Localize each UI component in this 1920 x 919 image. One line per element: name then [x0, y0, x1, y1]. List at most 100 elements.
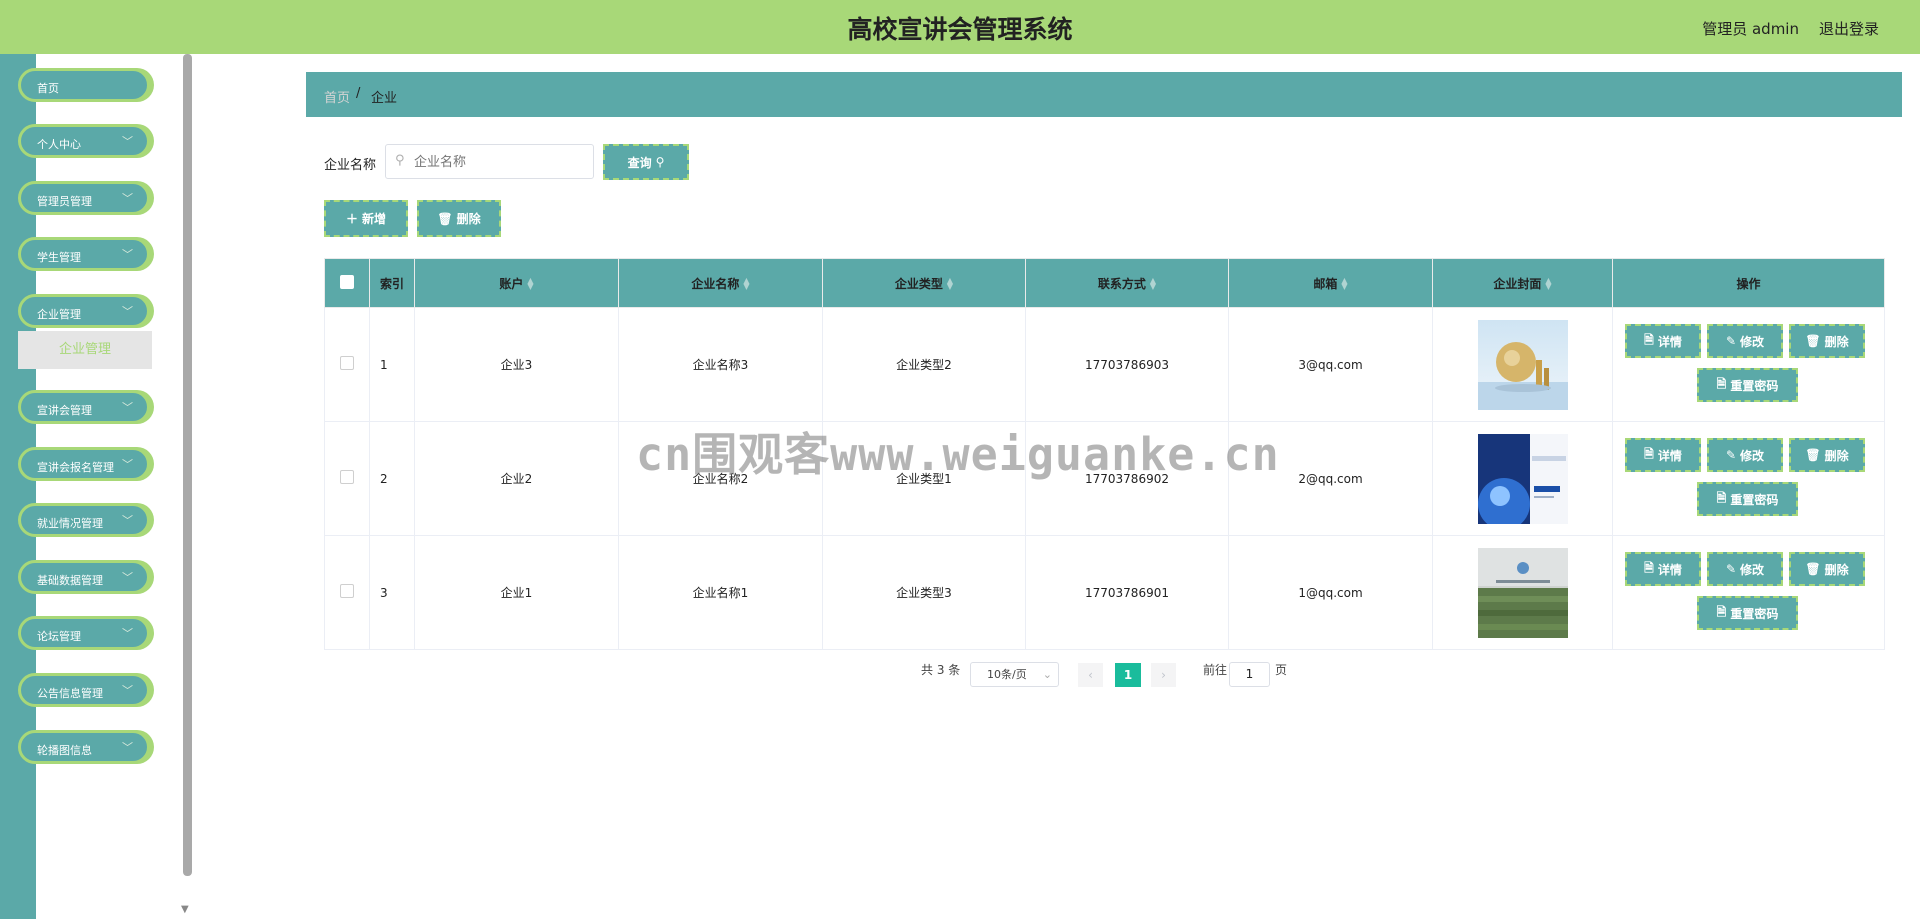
cell-cover: [1432, 307, 1613, 422]
reset-password-button[interactable]: 🗎 重置密码: [1697, 368, 1798, 402]
row-select-cell: [324, 307, 370, 422]
breadcrumb-home-link[interactable]: 首页: [324, 87, 350, 106]
cell-type: 企业类型2: [822, 307, 1026, 422]
sidebar-item-home[interactable]: 首页: [18, 68, 150, 102]
column-header-label: 邮箱: [1313, 276, 1338, 291]
sidebar-item-carousel[interactable]: 轮播图信息 ﹀: [18, 730, 150, 764]
chevron-down-icon: ﹀: [122, 192, 133, 205]
sidebar-item-forum[interactable]: 论坛管理 ﹀: [18, 616, 150, 650]
sidebar-item-presentations[interactable]: 宣讲会管理 ﹀: [18, 390, 150, 424]
sidebar-item-registrations[interactable]: 宣讲会报名管理 ﹀: [18, 447, 150, 481]
delete-button[interactable]: 🗑 删除: [1789, 552, 1865, 586]
column-header-sortable[interactable]: 企业类型 ▲ ▼: [822, 258, 1026, 308]
sidebar-item-notices[interactable]: 公告信息管理 ﹀: [18, 673, 150, 707]
document-icon: 🗎: [1716, 604, 1727, 619]
cell-email: 3@qq.com: [1228, 307, 1433, 422]
bulk-delete-button[interactable]: 🗑 删除: [417, 200, 501, 237]
row-checkbox[interactable]: [340, 356, 354, 370]
sidebar-item-base-data[interactable]: 基础数据管理 ﹀: [18, 560, 150, 594]
sidebar-item-students[interactable]: 学生管理 ﹀: [18, 237, 150, 271]
trash-icon: 🗑: [1805, 562, 1821, 576]
cell-cover: [1432, 535, 1613, 650]
edit-button[interactable]: ✎ 修改: [1707, 438, 1783, 472]
column-header-sortable[interactable]: 邮箱 ▲ ▼: [1228, 258, 1433, 308]
page-size-select[interactable]: 10条/页 ⌄: [970, 662, 1059, 687]
sidebar-item-label: 学生管理: [37, 251, 81, 264]
document-icon: 🗎: [1716, 490, 1727, 505]
prev-page-button[interactable]: ‹: [1078, 663, 1103, 687]
column-header-sortable[interactable]: 账户 ▲ ▼: [414, 258, 619, 308]
chevron-down-icon: ﹀: [122, 514, 133, 527]
select-all-checkbox[interactable]: [340, 274, 354, 289]
sort-icon[interactable]: ▲ ▼: [1545, 277, 1551, 291]
sort-icon[interactable]: ▲ ▼: [527, 277, 533, 291]
sidebar-item-profile[interactable]: 个人中心 ﹀: [18, 124, 150, 158]
detail-button-label: 详情: [1657, 448, 1682, 463]
column-header-sortable[interactable]: 企业封面 ▲ ▼: [1432, 258, 1613, 308]
goto-page-input[interactable]: 1: [1229, 662, 1270, 687]
sort-icon[interactable]: ▲ ▼: [743, 277, 749, 291]
cover-image-globe[interactable]: [1477, 319, 1568, 410]
cell-phone: 17703786903: [1025, 307, 1229, 422]
reset-password-button-label: 重置密码: [1730, 492, 1779, 507]
search-field[interactable]: ⚲: [385, 144, 594, 180]
chevron-down-icon: ﹀: [122, 305, 133, 318]
column-header-label: 联系方式: [1097, 276, 1146, 291]
sidebar-item-companies[interactable]: 企业管理 ﹀: [18, 294, 150, 328]
sort-icon[interactable]: ▲ ▼: [1341, 277, 1347, 291]
document-icon: 🗎: [1716, 376, 1727, 391]
sidebar-item-label: 企业管理: [37, 308, 81, 321]
row-select-cell: [324, 535, 370, 650]
app-title: 高校宣讲会管理系统: [847, 15, 1073, 44]
sort-icon[interactable]: ▲ ▼: [1150, 277, 1156, 291]
reset-password-button[interactable]: 🗎 重置密码: [1697, 596, 1798, 630]
sidebar-scrollbar[interactable]: [183, 54, 192, 876]
sidebar-item-label: 轮播图信息: [37, 744, 92, 757]
cover-image-brochure[interactable]: [1477, 433, 1568, 524]
edit-button-label: 修改: [1740, 334, 1765, 349]
sort-icon[interactable]: ▲ ▼: [947, 277, 953, 291]
edit-button[interactable]: ✎ 修改: [1707, 324, 1783, 358]
chevron-down-icon: ﹀: [122, 684, 133, 697]
sidebar-item-label: 个人中心: [37, 138, 81, 151]
pencil-icon: ✎: [1725, 448, 1737, 462]
scroll-down-arrow-icon[interactable]: ▼: [181, 904, 189, 915]
row-actions: 🗎 详情 ✎ 修改 🗑 删除 🗎 重置密码: [1613, 536, 1884, 649]
edit-button-label: 修改: [1740, 562, 1765, 577]
detail-button[interactable]: 🗎 详情: [1625, 552, 1701, 586]
column-header: 索引: [369, 258, 415, 308]
column-header-label: 企业封面: [1493, 276, 1542, 291]
company-name-search-input[interactable]: [412, 145, 591, 180]
sidebar-item-label: 管理员管理: [37, 195, 92, 208]
search-icon: ⚲: [395, 153, 405, 168]
chevron-down-icon: ﹀: [122, 627, 133, 640]
delete-button-label: 删除: [1824, 448, 1849, 463]
query-button[interactable]: 查询 ⚲: [603, 144, 689, 180]
column-header-sortable[interactable]: 联系方式 ▲ ▼: [1025, 258, 1229, 308]
row-checkbox[interactable]: [340, 584, 354, 598]
reset-password-button[interactable]: 🗎 重置密码: [1697, 482, 1798, 516]
plus-icon: ＋: [345, 212, 358, 226]
cell-type: 企业类型3: [822, 535, 1026, 650]
logout-link[interactable]: 退出登录: [1819, 18, 1879, 39]
trash-icon: 🗑: [1805, 448, 1821, 462]
submenu-item-company-manage[interactable]: 企业管理: [18, 331, 152, 369]
sidebar-item-employment[interactable]: 就业情况管理 ﹀: [18, 503, 150, 537]
next-page-button[interactable]: ›: [1151, 663, 1176, 687]
add-button[interactable]: ＋ 新增: [324, 200, 408, 237]
sidebar-item-label: 首页: [37, 82, 59, 95]
cover-image-office[interactable]: [1477, 547, 1568, 638]
column-header-sortable[interactable]: 企业名称 ▲ ▼: [618, 258, 823, 308]
row-checkbox[interactable]: [340, 470, 354, 484]
detail-button-label: 详情: [1657, 562, 1682, 577]
delete-button-label: 删除: [1824, 334, 1849, 349]
edit-button[interactable]: ✎ 修改: [1707, 552, 1783, 586]
current-page-button[interactable]: 1: [1115, 663, 1141, 687]
detail-button[interactable]: 🗎 详情: [1625, 324, 1701, 358]
delete-button[interactable]: 🗑 删除: [1789, 438, 1865, 472]
reset-password-button-label: 重置密码: [1730, 378, 1779, 393]
delete-button[interactable]: 🗑 删除: [1789, 324, 1865, 358]
detail-button[interactable]: 🗎 详情: [1625, 438, 1701, 472]
sidebar-item-admins[interactable]: 管理员管理 ﹀: [18, 181, 150, 215]
cell-actions: 🗎 详情 ✎ 修改 🗑 删除 🗎 重置密码: [1612, 421, 1885, 536]
